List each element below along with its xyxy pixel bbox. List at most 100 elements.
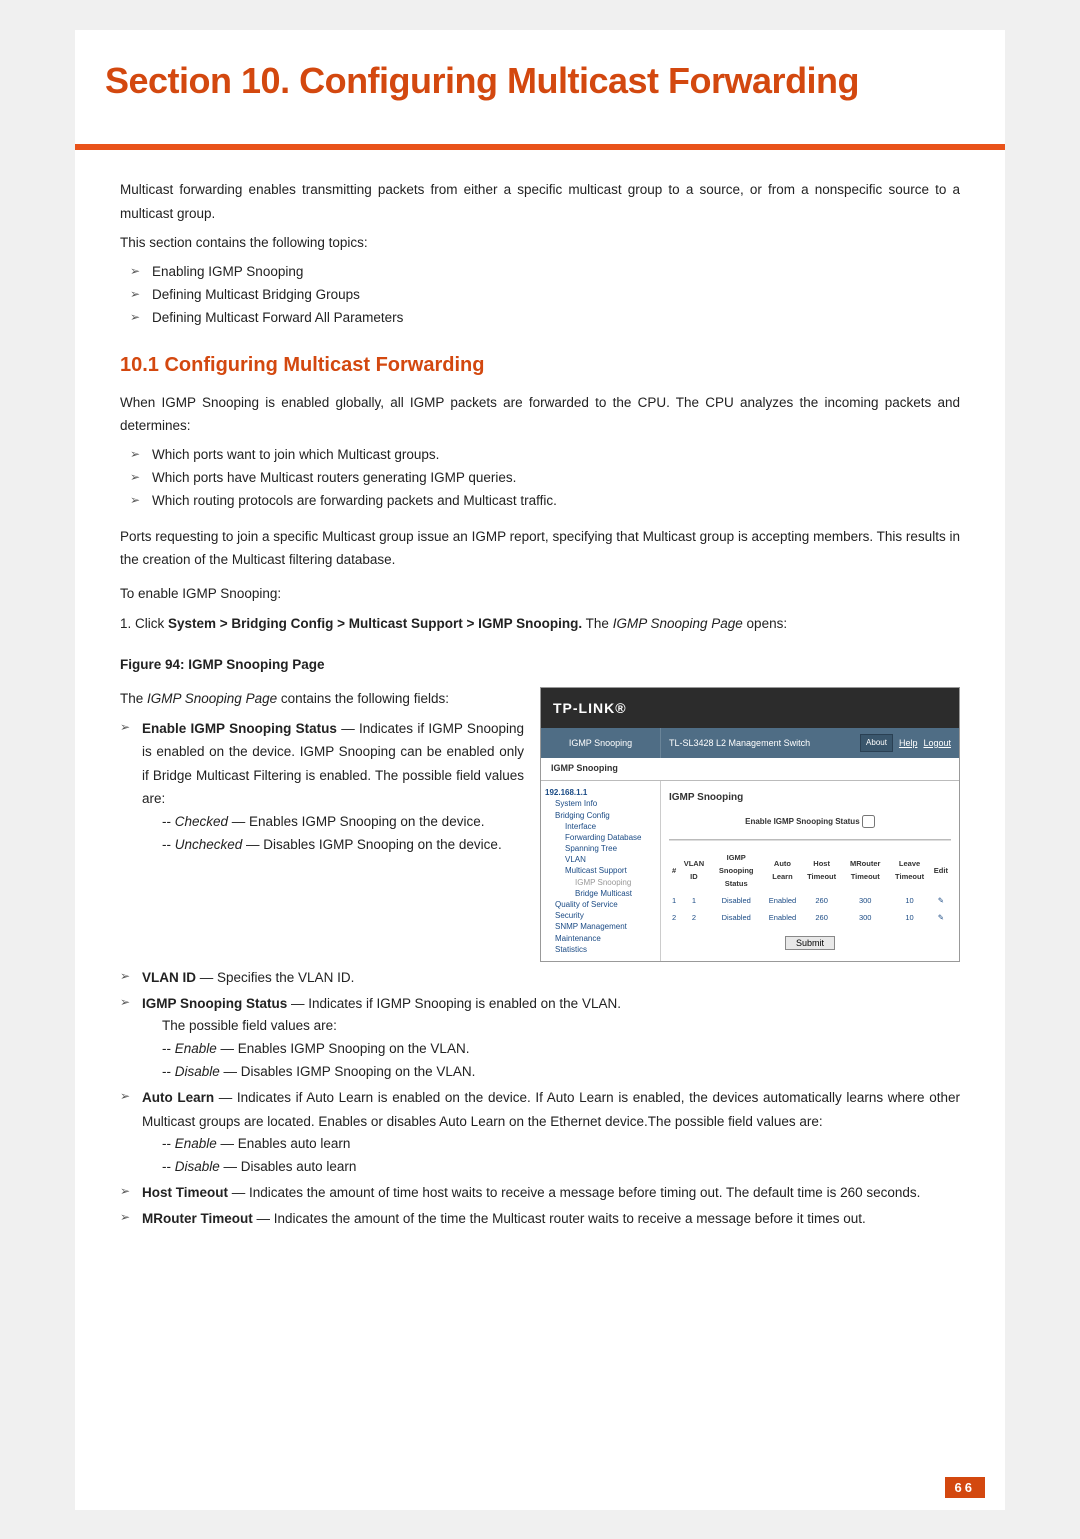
field-value-checked: -- Checked — Enables IGMP Snooping on th…	[162, 811, 524, 834]
field-list: Enable IGMP Snooping Status — Indicates …	[120, 717, 524, 857]
igmp-snooping-screenshot: TP-LINK® IGMP Snooping TL-SL3428 L2 Mana…	[540, 687, 960, 962]
topic-item: Defining Multicast Bridging Groups	[130, 284, 960, 307]
field-name: Host Timeout	[142, 1185, 228, 1200]
left-column: The IGMP Snooping Page contains the foll…	[120, 687, 524, 859]
field-value-disable: -- Disable — Disables IGMP Snooping on t…	[162, 1061, 960, 1084]
tree-ip[interactable]: 192.168.1.1	[545, 787, 656, 798]
field-item-mrouter-timeout: MRouter Timeout — Indicates the amount o…	[120, 1207, 960, 1231]
two-column-layout: The IGMP Snooping Page contains the foll…	[120, 687, 960, 962]
section-title: Section 10. Configuring Multicast Forwar…	[105, 60, 1005, 102]
col-vlan: VLAN ID	[679, 849, 708, 892]
topic-item: Defining Multicast Forward All Parameter…	[130, 307, 960, 330]
nav-tree[interactable]: 192.168.1.1 System Info Bridging Config …	[541, 781, 661, 961]
value-desc: — Enables auto learn	[217, 1136, 351, 1151]
tree-bridge-multicast[interactable]: Bridge Multicast	[545, 888, 656, 899]
title-underline	[75, 144, 1005, 150]
field-value-enable: -- Enable — Enables IGMP Snooping on the…	[162, 1038, 960, 1061]
cell-auto: Enabled	[764, 892, 801, 909]
col-num: #	[669, 849, 679, 892]
ss-header-right: About Help Logout	[869, 728, 959, 758]
enable-label: Enable IGMP Snooping Status	[745, 817, 860, 826]
content-body: Multicast forwarding enables transmittin…	[75, 150, 1005, 1230]
tree-maintenance[interactable]: Maintenance	[545, 933, 656, 944]
submit-button[interactable]: Submit	[785, 936, 835, 950]
enable-row: Enable IGMP Snooping Status	[669, 815, 951, 829]
tree-vlan[interactable]: VLAN	[545, 854, 656, 865]
about-button[interactable]: About	[860, 734, 893, 752]
intro-prefix: The	[120, 691, 147, 706]
field-name: VLAN ID	[142, 970, 196, 985]
cell-mr: 300	[842, 909, 888, 926]
ss-header: IGMP Snooping TL-SL3428 L2 Management Sw…	[541, 728, 959, 758]
col-status: IGMP Snooping Status	[709, 849, 764, 892]
cell-leave: 10	[888, 892, 930, 909]
fields-intro: The IGMP Snooping Page contains the foll…	[120, 687, 524, 711]
document-page: Section 10. Configuring Multicast Forwar…	[75, 30, 1005, 1510]
field-desc: — Indicates if IGMP Snooping is enabled …	[287, 996, 621, 1011]
edit-icon[interactable]: ✎	[931, 892, 951, 909]
step-prefix: 1. Click	[120, 616, 168, 631]
tree-security[interactable]: Security	[545, 910, 656, 921]
edit-icon[interactable]: ✎	[931, 909, 951, 926]
field-value-unchecked: -- Unchecked — Disables IGMP Snooping on…	[162, 834, 524, 857]
table-row: 2 2 Disabled Enabled 260 300 10 ✎	[669, 909, 951, 926]
cell-status: Disabled	[709, 892, 764, 909]
tree-interface[interactable]: Interface	[545, 821, 656, 832]
field-list-continued: VLAN ID — Specifies the VLAN ID. IGMP Sn…	[120, 966, 960, 1230]
field-desc: — Indicates the amount of time host wait…	[228, 1185, 920, 1200]
tree-igmp-snooping[interactable]: IGMP Snooping	[545, 877, 656, 888]
step-mid: The	[582, 616, 613, 631]
intro-paragraph-2: This section contains the following topi…	[120, 231, 960, 255]
cell-host: 260	[801, 892, 842, 909]
field-item-auto-learn: Auto Learn — Indicates if Auto Learn is …	[120, 1086, 960, 1179]
cell-num: 1	[669, 892, 679, 909]
cell-num: 2	[669, 909, 679, 926]
field-name: MRouter Timeout	[142, 1211, 253, 1226]
tree-qos[interactable]: Quality of Service	[545, 899, 656, 910]
col-host: Host Timeout	[801, 849, 842, 892]
tree-statistics[interactable]: Statistics	[545, 944, 656, 955]
help-link[interactable]: Help	[899, 736, 918, 752]
tree-multicast-support[interactable]: Multicast Support	[545, 865, 656, 876]
value-desc: — Disables auto learn	[220, 1159, 357, 1174]
ss-active-tab[interactable]: IGMP Snooping	[541, 758, 959, 781]
figure-caption: Figure 94: IGMP Snooping Page	[120, 653, 960, 677]
tree-snmp[interactable]: SNMP Management	[545, 921, 656, 932]
value-label: Enable	[175, 1041, 217, 1056]
list-item: Which ports want to join which Multicast…	[130, 444, 960, 467]
subsection-heading: 10.1 Configuring Multicast Forwarding	[120, 348, 960, 383]
field-name: IGMP Snooping Status	[142, 996, 287, 1011]
page-number: 66	[945, 1477, 985, 1498]
logout-link[interactable]: Logout	[923, 736, 951, 752]
tree-spanning-tree[interactable]: Spanning Tree	[545, 843, 656, 854]
sub-text: The possible field values are:	[162, 1015, 960, 1038]
col-auto: Auto Learn	[764, 849, 801, 892]
table-row: 1 1 Disabled Enabled 260 300 10 ✎	[669, 892, 951, 909]
topics-list: Enabling IGMP Snooping Defining Multicas…	[130, 261, 960, 330]
snooping-table: # VLAN ID IGMP Snooping Status Auto Lear…	[669, 849, 951, 927]
value-label: Checked	[175, 814, 228, 829]
field-item-snooping-status: IGMP Snooping Status — Indicates if IGMP…	[120, 992, 960, 1084]
tree-system-info[interactable]: System Info	[545, 798, 656, 809]
determines-list: Which ports want to join which Multicast…	[130, 444, 960, 513]
value-label: Unchecked	[175, 837, 243, 852]
value-desc: — Enables IGMP Snooping on the VLAN.	[217, 1041, 470, 1056]
ss-header-left: IGMP Snooping	[541, 728, 661, 758]
field-item-host-timeout: Host Timeout — Indicates the amount of t…	[120, 1181, 960, 1205]
intro-paragraph-1: Multicast forwarding enables transmittin…	[120, 178, 960, 225]
enable-checkbox[interactable]	[862, 815, 875, 828]
divider	[669, 839, 951, 841]
cell-leave: 10	[888, 909, 930, 926]
ss-brand-bar: TP-LINK®	[541, 688, 959, 729]
tree-bridging-config[interactable]: Bridging Config	[545, 810, 656, 821]
cell-vlan: 2	[679, 909, 708, 926]
field-item-enable-status: Enable IGMP Snooping Status — Indicates …	[120, 717, 524, 857]
table-header-row: # VLAN ID IGMP Snooping Status Auto Lear…	[669, 849, 951, 892]
list-item: Which ports have Multicast routers gener…	[130, 467, 960, 490]
tree-forwarding-db[interactable]: Forwarding Database	[545, 832, 656, 843]
step-page-name: IGMP Snooping Page	[613, 616, 743, 631]
col-leave: Leave Timeout	[888, 849, 930, 892]
step-1: 1. Click System > Bridging Config > Mult…	[120, 612, 960, 636]
value-desc: — Enables IGMP Snooping on the device.	[228, 814, 484, 829]
right-column: TP-LINK® IGMP Snooping TL-SL3428 L2 Mana…	[540, 687, 960, 962]
